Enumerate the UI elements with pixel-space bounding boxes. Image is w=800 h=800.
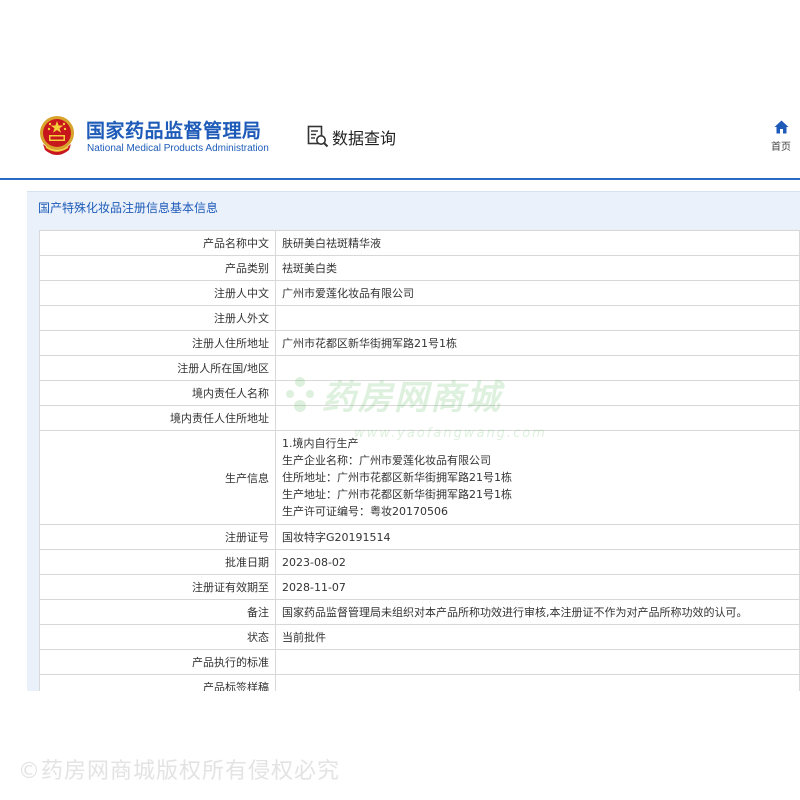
field-value: 2023-08-02 — [275, 549, 800, 575]
field-value: 广州市花都区新华街拥军路21号1栋 — [275, 330, 800, 356]
table-row: 状态 当前批件 — [39, 624, 800, 650]
field-label: 产品类别 — [39, 255, 276, 281]
table-row: 产品名称中文 肤研美白祛斑精华液 — [39, 230, 800, 256]
search-document-icon — [307, 125, 329, 148]
panel-title: 国产特殊化妆品注册信息基本信息 — [38, 201, 219, 215]
field-label: 批准日期 — [39, 549, 276, 575]
field-label: 注册证号 — [39, 524, 276, 550]
field-value — [275, 355, 800, 381]
national-emblem-icon — [40, 116, 74, 155]
field-value: 当前批件 — [275, 624, 800, 650]
data-query-label: 数据查询 — [332, 129, 397, 148]
table-row: 产品标签样稿 — [39, 674, 800, 691]
copyright-watermark: ©药房网商城版权所有侵权必究 — [18, 759, 341, 784]
field-value — [275, 305, 800, 331]
table-row: 备注 国家药品监督管理局未组织对本产品所称功效进行审核,本注册证不作为对产品所称功… — [39, 599, 800, 625]
field-value: 国妆特字G20191514 — [275, 524, 800, 550]
field-label: 境内责任人住所地址 — [39, 405, 276, 431]
production-info-line: 1.境内自行生产 — [282, 437, 359, 450]
field-value — [275, 405, 800, 431]
table-row: 注册人外文 — [39, 305, 800, 331]
site-name-cn[interactable]: 国家药品监督管理局 — [86, 116, 262, 143]
field-value: 广州市爱莲化妆品有限公司 — [275, 280, 800, 306]
field-label: 产品执行的标准 — [39, 649, 276, 675]
field-label: 注册人外文 — [39, 305, 276, 331]
table-row: 注册人住所地址 广州市花都区新华街拥军路21号1栋 — [39, 330, 800, 356]
site-header: 国家药品监督管理局 National Medical Products Admi… — [0, 108, 800, 170]
field-value — [275, 649, 800, 675]
field-label: 注册证有效期至 — [39, 574, 276, 600]
home-link[interactable]: 首页 — [766, 120, 796, 153]
field-label: 境内责任人名称 — [39, 380, 276, 406]
field-label: 注册人住所地址 — [39, 330, 276, 356]
production-info-line: 生产许可证编号：粤妆20170506 — [282, 505, 448, 518]
production-info-line: 住所地址：广州市花都区新华街拥军路21号1栋 — [282, 471, 512, 484]
field-value: 1.境内自行生产生产企业名称：广州市爱莲化妆品有限公司住所地址：广州市花都区新华… — [275, 430, 800, 525]
data-query-link[interactable]: 数据查询 — [307, 124, 396, 150]
field-label: 状态 — [39, 624, 276, 650]
field-value — [275, 674, 800, 691]
production-info-line: 生产企业名称：广州市爱莲化妆品有限公司 — [282, 454, 491, 467]
site-name-en[interactable]: National Medical Products Administration — [87, 143, 269, 154]
info-panel: 国产特殊化妆品注册信息基本信息 产品名称中文 肤研美白祛斑精华液 产品类别 祛斑美白类… — [27, 191, 800, 691]
field-label: 产品名称中文 — [39, 230, 276, 256]
table-row: 产品类别 祛斑美白类 — [39, 255, 800, 281]
table-row: 批准日期 2023-08-02 — [39, 549, 800, 575]
field-value: 2028-11-07 — [275, 574, 800, 600]
field-value — [275, 380, 800, 406]
field-value: 肤研美白祛斑精华液 — [275, 230, 800, 256]
table-row: 注册证有效期至 2028-11-07 — [39, 574, 800, 600]
table-row: 注册人所在国/地区 — [39, 355, 800, 381]
field-value: 国家药品监督管理局未组织对本产品所称功效进行审核,本注册证不作为对产品所称功效的… — [275, 599, 800, 625]
field-label: 生产信息 — [39, 430, 276, 525]
field-value: 祛斑美白类 — [275, 255, 800, 281]
table-row: 产品执行的标准 — [39, 649, 800, 675]
field-label: 产品标签样稿 — [39, 674, 276, 691]
header-divider — [0, 178, 800, 180]
production-info-line: 生产地址：广州市花都区新华街拥军路21号1栋 — [282, 488, 512, 501]
table-row: 注册证号 国妆特字G20191514 — [39, 524, 800, 550]
field-label: 注册人所在国/地区 — [39, 355, 276, 381]
field-label: 备注 — [39, 599, 276, 625]
table-row: 注册人中文 广州市爱莲化妆品有限公司 — [39, 280, 800, 306]
home-icon — [774, 120, 788, 134]
table-row: 境内责任人住所地址 — [39, 405, 800, 431]
field-label: 注册人中文 — [39, 280, 276, 306]
table-row: 境内责任人名称 — [39, 380, 800, 406]
registration-info-table: 产品名称中文 肤研美白祛斑精华液 产品类别 祛斑美白类 注册人中文 广州市爱莲化妆品有限公… — [39, 230, 800, 691]
home-label: 首页 — [771, 142, 791, 153]
table-row: 生产信息 1.境内自行生产 生产企业名称：广州市爱莲化妆品有限公司 住所地址：广州市花… — [39, 430, 800, 525]
